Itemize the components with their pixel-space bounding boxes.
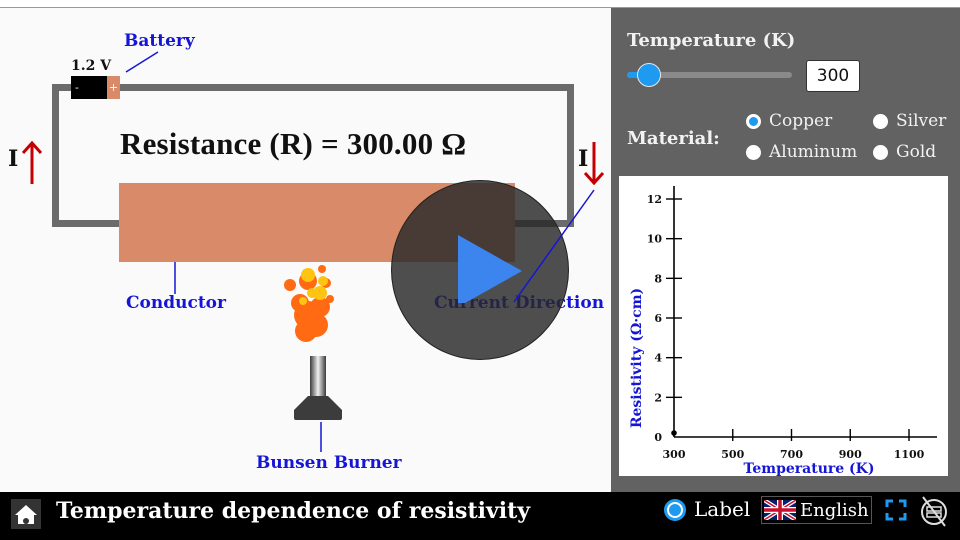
arrow-up-icon — [21, 140, 43, 184]
radio-aluminum[interactable]: Aluminum — [746, 142, 857, 162]
battery-positive: + — [107, 76, 120, 99]
y-axis-label: Resistivity (Ω·cm) — [629, 288, 645, 428]
simulation-canvas: 1.2 V - + Battery Resistance (R) = 300.0… — [0, 8, 611, 492]
radio-label-aluminum: Aluminum — [769, 142, 858, 162]
wire-bottom-left — [52, 220, 122, 227]
accessibility-off-icon[interactable] — [917, 495, 951, 527]
bunsen-burner-label: Bunsen Burner — [256, 453, 402, 473]
y-tick-label: 2 — [654, 391, 662, 404]
x-tick-label: 1100 — [894, 448, 925, 461]
battery-negative: - — [71, 76, 107, 99]
uk-flag-icon — [764, 500, 796, 520]
page-title: Temperature dependence of resistivity — [56, 498, 531, 524]
radio-gold[interactable]: Gold — [873, 142, 936, 162]
language-selector[interactable]: English — [761, 496, 872, 524]
temperature-title: Temperature (K) — [627, 30, 796, 51]
label-toggle[interactable]: Label — [694, 497, 750, 521]
slider-thumb[interactable] — [637, 63, 661, 87]
x-axis-label: Temperature (K) — [744, 461, 875, 476]
x-tick-label: 300 — [663, 448, 686, 461]
x-tick-label: 700 — [780, 448, 803, 461]
arrow-down-icon — [583, 142, 605, 186]
chart-svg: 0 2 4 6 8 10 12 300 500 700 900 1100 Temperature (K)… — [629, 186, 937, 477]
radio-dot-aluminum[interactable] — [746, 144, 761, 160]
temperature-input[interactable]: 300 — [806, 60, 860, 92]
bottom-bar: Temperature dependence of resistivity La… — [0, 492, 960, 540]
radio-label-copper: Copper — [769, 111, 833, 131]
radio-label-silver: Silver — [896, 111, 947, 131]
radio-dot-silver[interactable] — [873, 113, 888, 129]
conductor-label: Conductor — [126, 293, 226, 313]
radio-dot-gold[interactable] — [873, 144, 888, 160]
data-point — [671, 430, 677, 436]
current-symbol-left: I — [8, 146, 19, 172]
resistivity-chart: 0 2 4 6 8 10 12 300 500 700 900 1100 Temperature (K)… — [619, 176, 948, 477]
radio-silver[interactable]: Silver — [873, 111, 946, 131]
x-tick-label: 500 — [721, 448, 744, 461]
top-border — [0, 0, 960, 8]
radio-copper[interactable]: Copper — [746, 111, 832, 131]
resistance-readout: Resistance (R) = 300.00 Ω — [120, 126, 467, 161]
radio-dot-copper[interactable] — [746, 113, 761, 129]
wire-left — [52, 84, 59, 227]
home-icon — [15, 505, 37, 524]
battery-label-pointer — [125, 51, 159, 73]
current-direction-pointer — [513, 189, 595, 303]
material-label: Material: — [627, 128, 720, 149]
y-tick-label: 12 — [647, 193, 662, 206]
language-label: English — [800, 499, 869, 521]
burner-label-pointer — [320, 422, 322, 452]
y-tick-label: 8 — [654, 272, 662, 285]
y-tick-label: 6 — [654, 312, 662, 325]
control-panel: Temperature (K) 300 Material: Copper Sil… — [611, 8, 960, 492]
y-tick-label: 0 — [654, 431, 662, 444]
label-toggle-icon[interactable] — [662, 497, 688, 523]
radio-label-gold: Gold — [896, 142, 937, 162]
y-tick-label: 10 — [647, 233, 663, 246]
bunsen-burner-icon — [294, 356, 342, 420]
battery: - + — [71, 76, 120, 99]
fullscreen-icon[interactable] — [885, 499, 907, 521]
flame-icon — [284, 265, 334, 342]
conductor-label-pointer — [174, 262, 176, 294]
wire-top-right — [120, 84, 574, 91]
home-button[interactable] — [11, 499, 41, 529]
y-tick-label: 4 — [654, 352, 662, 365]
x-tick-label: 900 — [839, 448, 862, 461]
temperature-slider[interactable] — [627, 63, 792, 87]
battery-voltage: 1.2 V — [71, 58, 112, 74]
